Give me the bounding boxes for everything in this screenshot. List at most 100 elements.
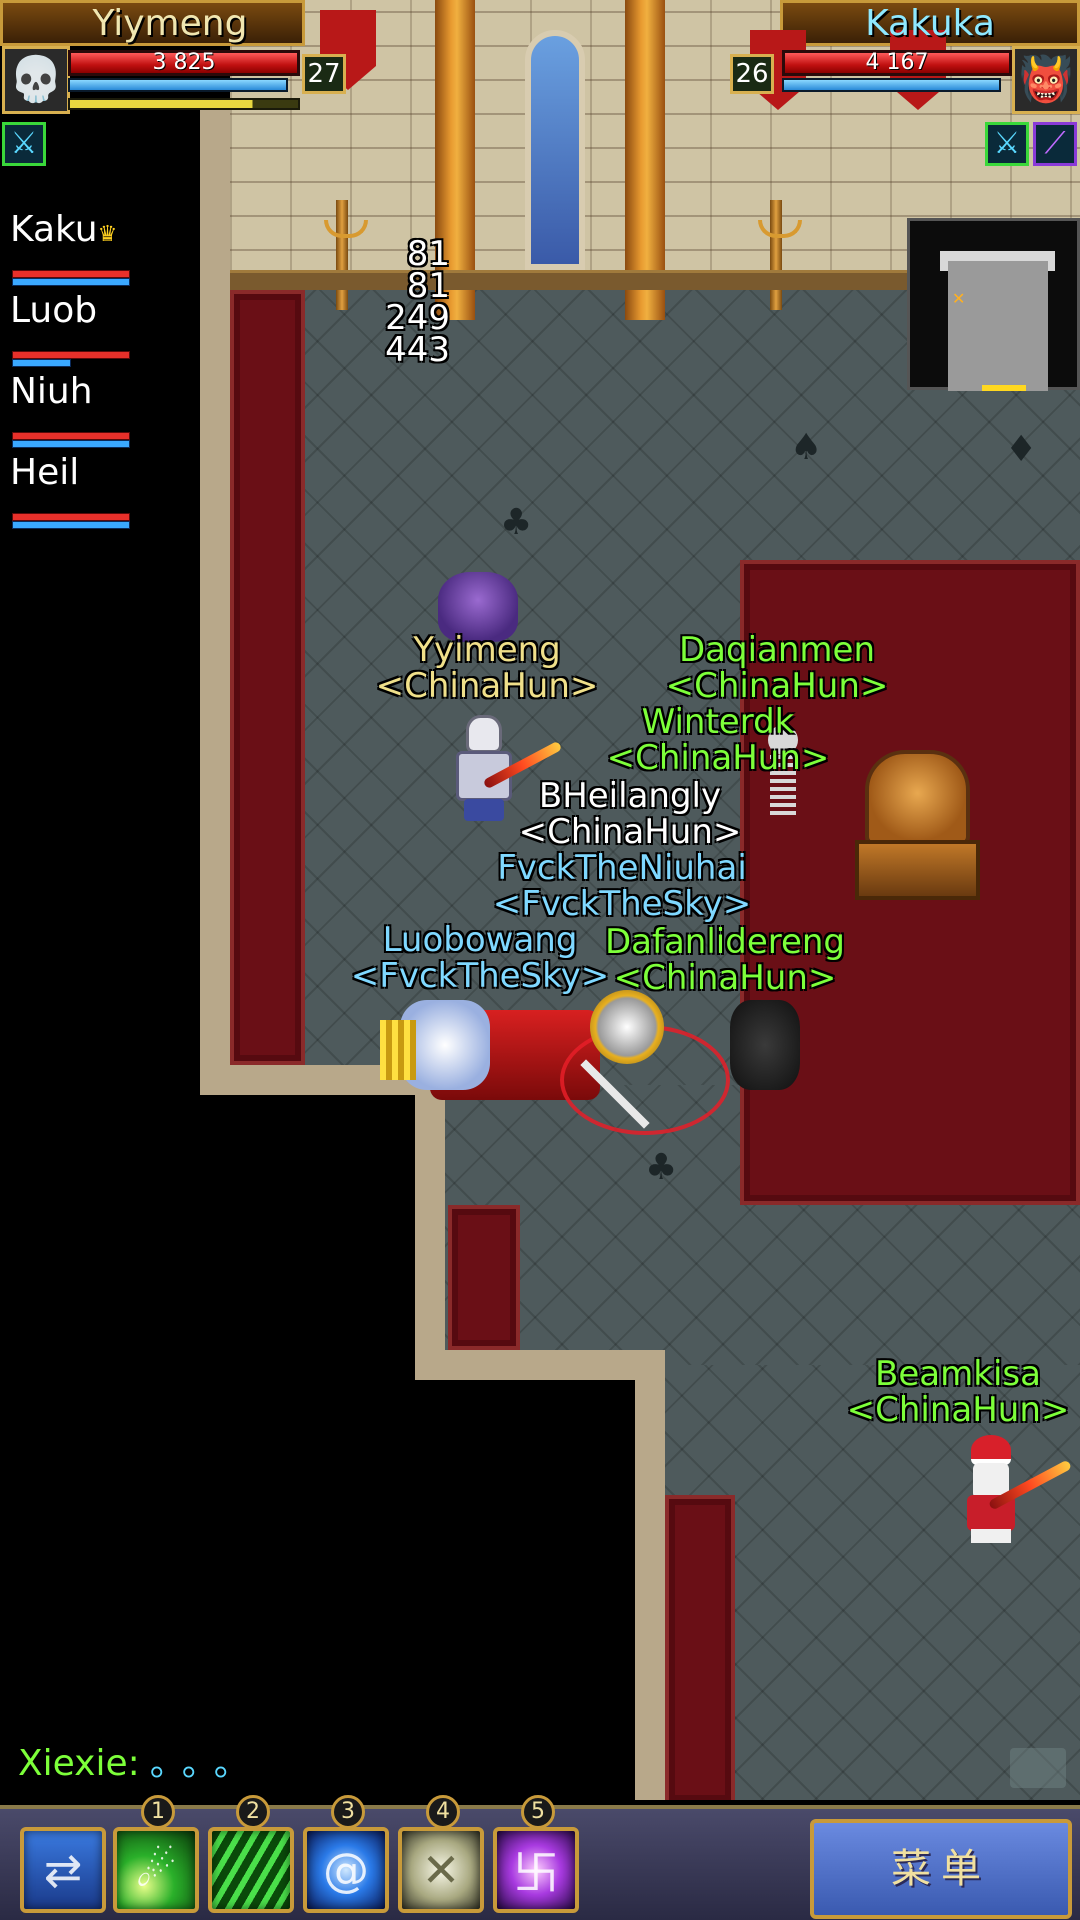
diamond-floor-glyph: ♦	[1005, 429, 1038, 470]
minimap-room	[948, 261, 1048, 391]
nameplate-bheilangly[interactable]: BHeilangly <ChinaHun>	[519, 778, 742, 850]
game-world[interactable]: ♠ ♦ ♣ ♣ 81 81 249 443 Yyimeng <ChinaHun>	[0, 0, 1080, 1800]
golden-throne[interactable]	[855, 750, 980, 900]
skill-slot-5[interactable]: 5 卐	[493, 1795, 579, 1913]
skill-slot-1[interactable]: 1 ☄	[113, 1795, 199, 1913]
knight-helm	[466, 715, 502, 753]
guild-tag: <ChinaHun>	[665, 666, 889, 706]
swap-glyph: ⇄	[43, 1843, 83, 1897]
skill-hotkey: 3	[331, 1795, 365, 1829]
target-mp-bar	[782, 78, 1001, 92]
target-name: Kakuka	[865, 3, 995, 44]
skill-hotkey: 1	[141, 1795, 175, 1829]
guild-tag: <FvckTheSky>	[492, 884, 752, 924]
crossed-swords-icon[interactable]: ⚔	[985, 122, 1029, 166]
santa-hat	[971, 1435, 1011, 1465]
character-name: BHeilangly	[538, 776, 722, 816]
crown-icon: ♛	[97, 222, 118, 247]
emote-button[interactable]	[1010, 1748, 1066, 1788]
knight-legs	[464, 799, 504, 821]
nameplate-luobowang[interactable]: Luobowang <FvckTheSky>	[351, 922, 609, 994]
red-carpet-left	[230, 290, 305, 1065]
player-hp-bar: 3 825	[68, 50, 300, 76]
party-hp-bar	[12, 513, 130, 521]
nameplate-fvcktheniuhai[interactable]: FvckTheNiuhai <FvckTheSky>	[493, 850, 751, 922]
party-member[interactable]: Luob	[10, 289, 150, 370]
chat-line[interactable]: Xiexie:。。。	[18, 1742, 264, 1786]
skill-slot-4[interactable]: 4 ✕	[398, 1795, 484, 1913]
red-carpet-step	[448, 1205, 520, 1350]
nameplate-winterdk[interactable]: Winterdk <ChinaHun>	[607, 704, 830, 776]
guild-tag: <ChinaHun>	[613, 958, 837, 998]
green-comet-icon: ☄	[135, 1843, 177, 1897]
party-member[interactable]: Kaku♛	[10, 208, 150, 289]
green-rain-icon	[212, 1831, 290, 1909]
party-member[interactable]: Heil	[10, 451, 150, 532]
guild-tag: <ChinaHun>	[518, 812, 742, 852]
character-name: Luobowang	[382, 920, 578, 960]
party-member-name: Heil	[10, 452, 80, 493]
party-member-name: Niuh	[10, 371, 93, 412]
guild-tag: <ChinaHun>	[375, 666, 599, 706]
skill-hotkey: 4	[426, 1795, 460, 1829]
party-mp-bar	[12, 278, 130, 286]
skull-portrait-icon: 💀	[2, 46, 70, 114]
club-floor-glyph-2: ♣	[645, 1147, 678, 1188]
skill-slot-2[interactable]: 2	[208, 1795, 294, 1913]
party-list: Kaku♛ Luob Niuh Heil	[10, 208, 150, 532]
spade-floor-glyph: ♠	[790, 427, 823, 468]
player-xp-bar	[68, 98, 300, 110]
throne-back	[865, 750, 970, 845]
stone-border-ledge-2	[415, 1350, 665, 1380]
chat-sender: Xiexie	[18, 1743, 128, 1784]
nameplate-beamkisa[interactable]: Beamkisa <ChinaHun>	[847, 1356, 1070, 1428]
blue-vortex-icon: @	[323, 1843, 369, 1897]
candelabra-right	[758, 200, 802, 310]
dark-demon-fighter	[730, 1000, 800, 1090]
gold-crown-effect	[380, 1020, 416, 1080]
minimap-exit	[982, 385, 1026, 391]
damage-number: 443	[385, 330, 450, 370]
party-hp-bar	[12, 270, 130, 278]
club-floor-glyph: ♣	[500, 502, 533, 543]
nameplate-dafanlidereng[interactable]: Dafanlidereng <ChinaHun>	[605, 924, 845, 996]
player-name: Yiymeng	[92, 3, 248, 44]
menu-button[interactable]: 菜单	[810, 1819, 1072, 1919]
party-mp-bar	[12, 440, 130, 448]
party-hp-bar	[12, 432, 130, 440]
minimap[interactable]: ✕	[907, 218, 1080, 391]
nameplate-yyimeng[interactable]: Yyimeng <ChinaHun>	[376, 632, 599, 704]
character-name: Dafanlidereng	[604, 922, 846, 962]
target-hp-bar: 4 167	[782, 50, 1012, 76]
character-name: Winterdk	[641, 702, 795, 742]
character-name: Daqianmen	[678, 630, 876, 670]
demon-portrait-icon: 👹	[1012, 46, 1080, 114]
player-level: 27	[302, 54, 346, 94]
character-name: FvckTheNiuhai	[497, 848, 747, 888]
chat-colon: :	[127, 1743, 140, 1784]
target-level: 26	[730, 54, 774, 94]
target-unit-frame[interactable]: Kakuka 26 4 167 👹	[720, 0, 1080, 120]
party-member[interactable]: Niuh	[10, 370, 150, 451]
nameplate-daqianmen[interactable]: Daqianmen <ChinaHun>	[666, 632, 889, 704]
character-name: Yyimeng	[413, 630, 561, 670]
red-carpet-lower	[665, 1495, 735, 1800]
player-unit-frame[interactable]: Yiymeng 💀 3 825 27	[0, 0, 380, 120]
skill-slot-3[interactable]: 3 @	[303, 1795, 389, 1913]
swap-arrows-icon[interactable]: ⇄	[20, 1827, 106, 1913]
guild-tag: <FvckTheSky>	[350, 956, 610, 996]
bone-icon: ✕	[421, 1843, 461, 1897]
skill-bar: ⇄ 1 ☄ 2 3 @ 4 ✕ 5 卐 菜单	[0, 1795, 1080, 1920]
purple-rune-icon: 卐	[513, 1846, 559, 1900]
guild-tag: <ChinaHun>	[606, 738, 830, 778]
minimap-player-marker-icon: ✕	[952, 289, 966, 308]
crossed-swords-icon[interactable]: ⚔	[2, 122, 46, 166]
character-name: Beamkisa	[875, 1354, 1041, 1394]
stone-border-lower	[635, 1350, 665, 1800]
guild-tag: <ChinaHun>	[846, 1390, 1070, 1430]
candelabra-left	[324, 200, 368, 310]
stone-border-left	[200, 110, 230, 1095]
purple-slash-icon[interactable]: ⟋	[1033, 122, 1077, 166]
white-shield-disc	[590, 990, 664, 1064]
chat-message: 。。。	[149, 1743, 264, 1784]
